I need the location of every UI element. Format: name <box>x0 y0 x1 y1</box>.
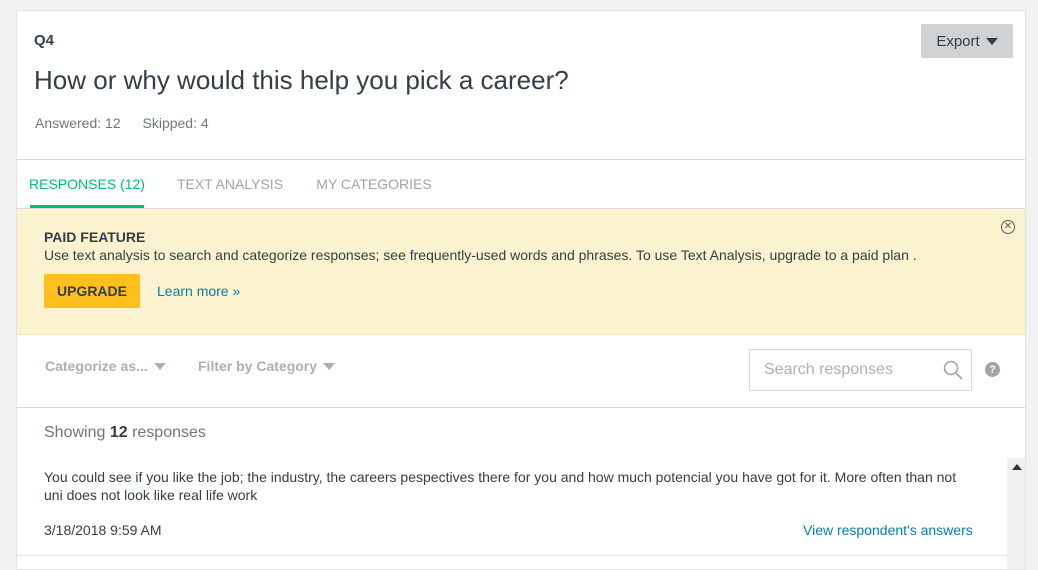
banner-title: PAID FEATURE <box>44 229 146 245</box>
filter-category-label: Filter by Category <box>198 358 318 374</box>
tab-responses-label: RESPONSES (12) <box>29 176 145 192</box>
tab-responses[interactable]: RESPONSES (12) <box>29 160 145 208</box>
categorize-dropdown[interactable]: Categorize as... <box>45 358 166 374</box>
showing-suffix: responses <box>132 424 206 441</box>
search-input[interactable] <box>750 350 940 390</box>
help-icon[interactable]: ? <box>985 362 1000 377</box>
close-circle-icon[interactable]: ✕ <box>1001 220 1015 234</box>
tab-bar: RESPONSES (12) TEXT ANALYSIS MY CATEGORI… <box>17 159 1025 209</box>
question-card: Q4 How or why would this help you pick a… <box>16 10 1026 570</box>
response-text: You could see if you like the job; the i… <box>44 469 957 503</box>
tab-my-categories-label: MY CATEGORIES <box>316 176 432 192</box>
banner-text: Use text analysis to search and categori… <box>44 247 917 263</box>
categorize-label: Categorize as... <box>45 358 148 374</box>
paid-feature-banner: PAID FEATURE Use text analysis to search… <box>17 209 1025 335</box>
caret-down-icon <box>985 37 998 45</box>
question-stats: Answered: 12 Skipped: 4 <box>35 115 209 131</box>
scrollbar[interactable] <box>1007 458 1025 569</box>
chevron-down-icon <box>153 362 166 370</box>
filter-category-dropdown[interactable]: Filter by Category <box>198 358 336 374</box>
tab-my-categories[interactable]: MY CATEGORIES <box>313 160 435 208</box>
search-box <box>749 349 972 391</box>
skipped-count: Skipped: 4 <box>142 115 209 131</box>
showing-count: Showing 12 responses <box>44 424 206 442</box>
scroll-up-arrow-icon[interactable] <box>1012 464 1022 470</box>
filter-bar: Categorize as... Filter by Category ? <box>17 335 1025 408</box>
showing-prefix: Showing <box>44 424 106 441</box>
question-number: Q4 <box>34 32 55 49</box>
answered-count: Answered: 12 <box>35 115 121 131</box>
question-title: How or why would this help you pick a ca… <box>34 65 569 95</box>
upgrade-button[interactable]: UPGRADE <box>44 274 140 308</box>
export-button[interactable]: Export <box>921 24 1013 58</box>
learn-more-link[interactable]: Learn more » <box>157 283 240 299</box>
tab-text-analysis-label: TEXT ANALYSIS <box>176 176 284 192</box>
search-icon[interactable] <box>943 360 963 380</box>
row-divider <box>17 555 1007 556</box>
view-respondent-link[interactable]: View respondent's answers <box>803 522 973 538</box>
chevron-down-icon <box>323 362 336 370</box>
showing-number: 12 <box>109 424 128 441</box>
tab-text-analysis[interactable]: TEXT ANALYSIS <box>167 160 293 208</box>
export-label: Export <box>936 32 980 50</box>
response-date: 3/18/2018 9:59 AM <box>44 522 162 538</box>
